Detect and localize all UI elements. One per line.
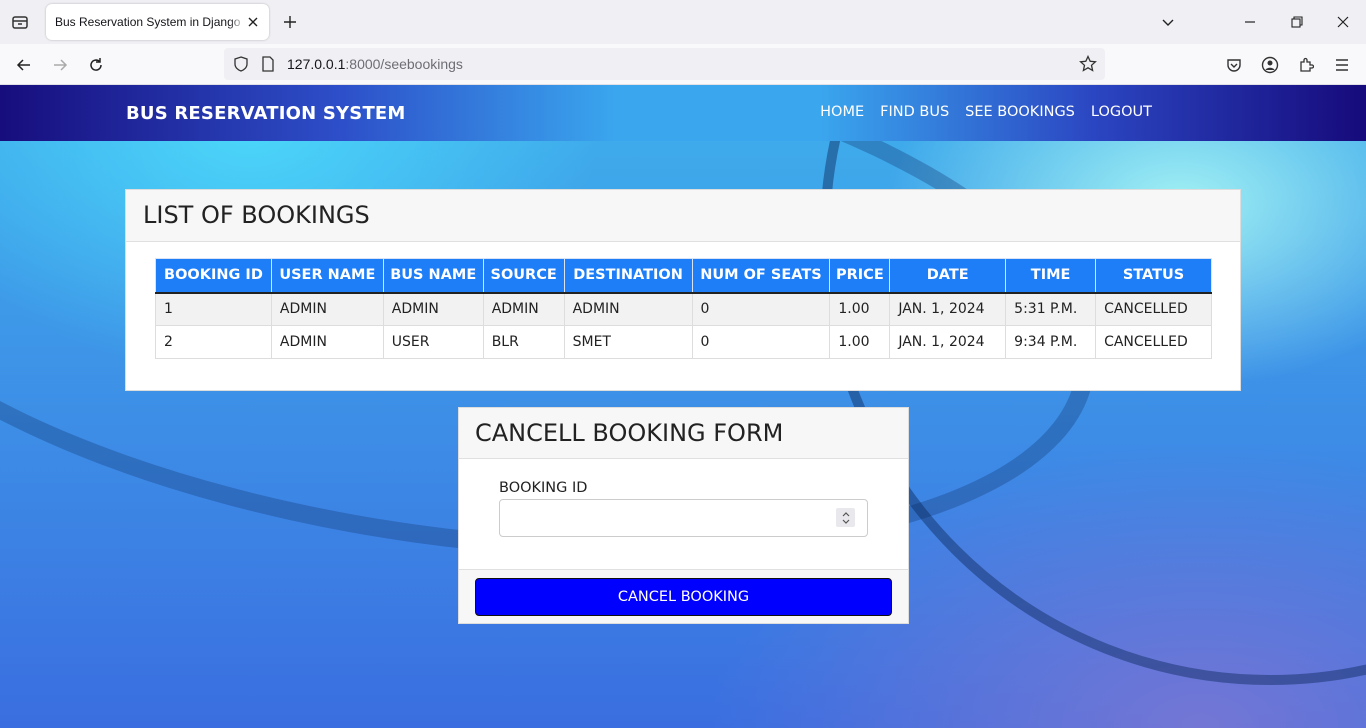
column-header: NUM OF SEATS [691, 258, 831, 294]
browser-nav-bar: 127.0.0.1:8000/seebookings [0, 44, 1366, 85]
tab-title: Bus Reservation System in Django P [55, 15, 245, 29]
column-header: SOURCE [482, 258, 565, 294]
cancel-booking-button[interactable]: CANCEL BOOKING [475, 578, 892, 616]
table-cell: BLR [482, 325, 565, 359]
extensions-icon[interactable] [1295, 54, 1317, 76]
table-cell: ADMIN [270, 325, 384, 359]
table-cell: 0 [691, 292, 831, 326]
site-brand[interactable]: BUS RESERVATION SYSTEM [126, 103, 406, 124]
booking-id-input[interactable] [499, 499, 868, 537]
menu-logout[interactable]: LOGOUT [1091, 104, 1152, 120]
bookings-title: LIST OF BOOKINGS [143, 201, 370, 229]
minimize-icon[interactable] [1240, 12, 1260, 32]
table-cell: USER [382, 325, 484, 359]
cancel-booking-card: CANCELL BOOKING FORM BOOKING ID CANCEL B… [458, 407, 909, 624]
back-icon[interactable] [13, 54, 35, 76]
bookings-card-header: LIST OF BOOKINGS [126, 190, 1240, 242]
browser-tab-bar: Bus Reservation System in Django P [0, 0, 1366, 44]
reload-icon[interactable] [85, 54, 107, 76]
bookmark-star-icon[interactable] [1077, 53, 1099, 75]
table-cell: CANCELLED [1095, 292, 1212, 326]
table-cell: ADMIN [382, 292, 484, 326]
bookings-card: LIST OF BOOKINGS BOOKING ID USER NAME BU… [125, 189, 1241, 391]
table-cell: 1 [155, 292, 272, 326]
column-header: PRICE [829, 258, 891, 294]
table-row: 2 ADMIN USER BLR SMET 0 1.00 JAN. 1, 202… [155, 325, 1212, 359]
table-cell: CANCELLED [1095, 325, 1212, 359]
new-tab-icon[interactable] [280, 12, 300, 32]
pocket-icon[interactable] [1223, 54, 1245, 76]
menu-find-bus[interactable]: FIND BUS [880, 104, 949, 120]
close-window-icon[interactable] [1333, 12, 1353, 32]
url-host: 127.0.0.1 [287, 56, 346, 72]
column-header: TIME [1005, 258, 1097, 294]
table-cell: SMET [563, 325, 693, 359]
page-icon[interactable] [257, 53, 279, 75]
cancel-card-header: CANCELL BOOKING FORM [459, 408, 908, 459]
column-header: STATUS [1095, 258, 1212, 294]
table-cell: 0 [691, 325, 831, 359]
table-row: 1 ADMIN ADMIN ADMIN ADMIN 0 1.00 JAN. 1,… [155, 292, 1212, 326]
column-header: USER NAME [270, 258, 384, 294]
account-icon[interactable] [1259, 54, 1281, 76]
shield-icon[interactable] [230, 53, 252, 75]
tab-list-icon[interactable] [8, 10, 32, 34]
table-cell: ADMIN [563, 292, 693, 326]
restore-icon[interactable] [1287, 12, 1307, 32]
table-cell: JAN. 1, 2024 [889, 325, 1007, 359]
cancel-form-title: CANCELL BOOKING FORM [475, 419, 784, 447]
site-menu: HOME FIND BUS SEE BOOKINGS LOGOUT [820, 104, 1152, 120]
column-header: DESTINATION [563, 258, 693, 294]
table-cell: 9:34 P.M. [1005, 325, 1097, 359]
table-cell: 2 [155, 325, 272, 359]
column-header: BOOKING ID [155, 258, 272, 294]
menu-see-bookings[interactable]: SEE BOOKINGS [965, 104, 1075, 120]
booking-id-label: BOOKING ID [499, 480, 588, 496]
site-header: BUS RESERVATION SYSTEM HOME FIND BUS SEE… [0, 85, 1366, 141]
table-cell: 1.00 [829, 325, 891, 359]
close-tab-icon[interactable] [245, 14, 261, 30]
bookings-table: BOOKING ID USER NAME BUS NAME SOURCE DES… [155, 258, 1212, 359]
list-all-tabs-icon[interactable] [1158, 12, 1178, 32]
page-viewport: BUS RESERVATION SYSTEM HOME FIND BUS SEE… [0, 85, 1366, 728]
browser-tab[interactable]: Bus Reservation System in Django P [46, 4, 269, 40]
table-cell: ADMIN [482, 292, 565, 326]
number-spinner-icon[interactable] [836, 508, 855, 527]
menu-home[interactable]: HOME [820, 104, 864, 120]
table-header-row: BOOKING ID USER NAME BUS NAME SOURCE DES… [155, 258, 1212, 294]
forward-icon[interactable] [49, 54, 71, 76]
table-cell: 5:31 P.M. [1005, 292, 1097, 326]
table-cell: ADMIN [270, 292, 384, 326]
menu-icon[interactable] [1331, 54, 1353, 76]
cancel-card-footer: CANCEL BOOKING [459, 569, 908, 623]
url-path: :8000/seebookings [345, 56, 463, 72]
table-cell: 1.00 [829, 292, 891, 326]
address-bar[interactable]: 127.0.0.1:8000/seebookings [224, 48, 1105, 80]
table-cell: JAN. 1, 2024 [889, 292, 1007, 326]
column-header: DATE [889, 258, 1007, 294]
url-text[interactable]: 127.0.0.1:8000/seebookings [287, 56, 463, 72]
column-header: BUS NAME [382, 258, 484, 294]
